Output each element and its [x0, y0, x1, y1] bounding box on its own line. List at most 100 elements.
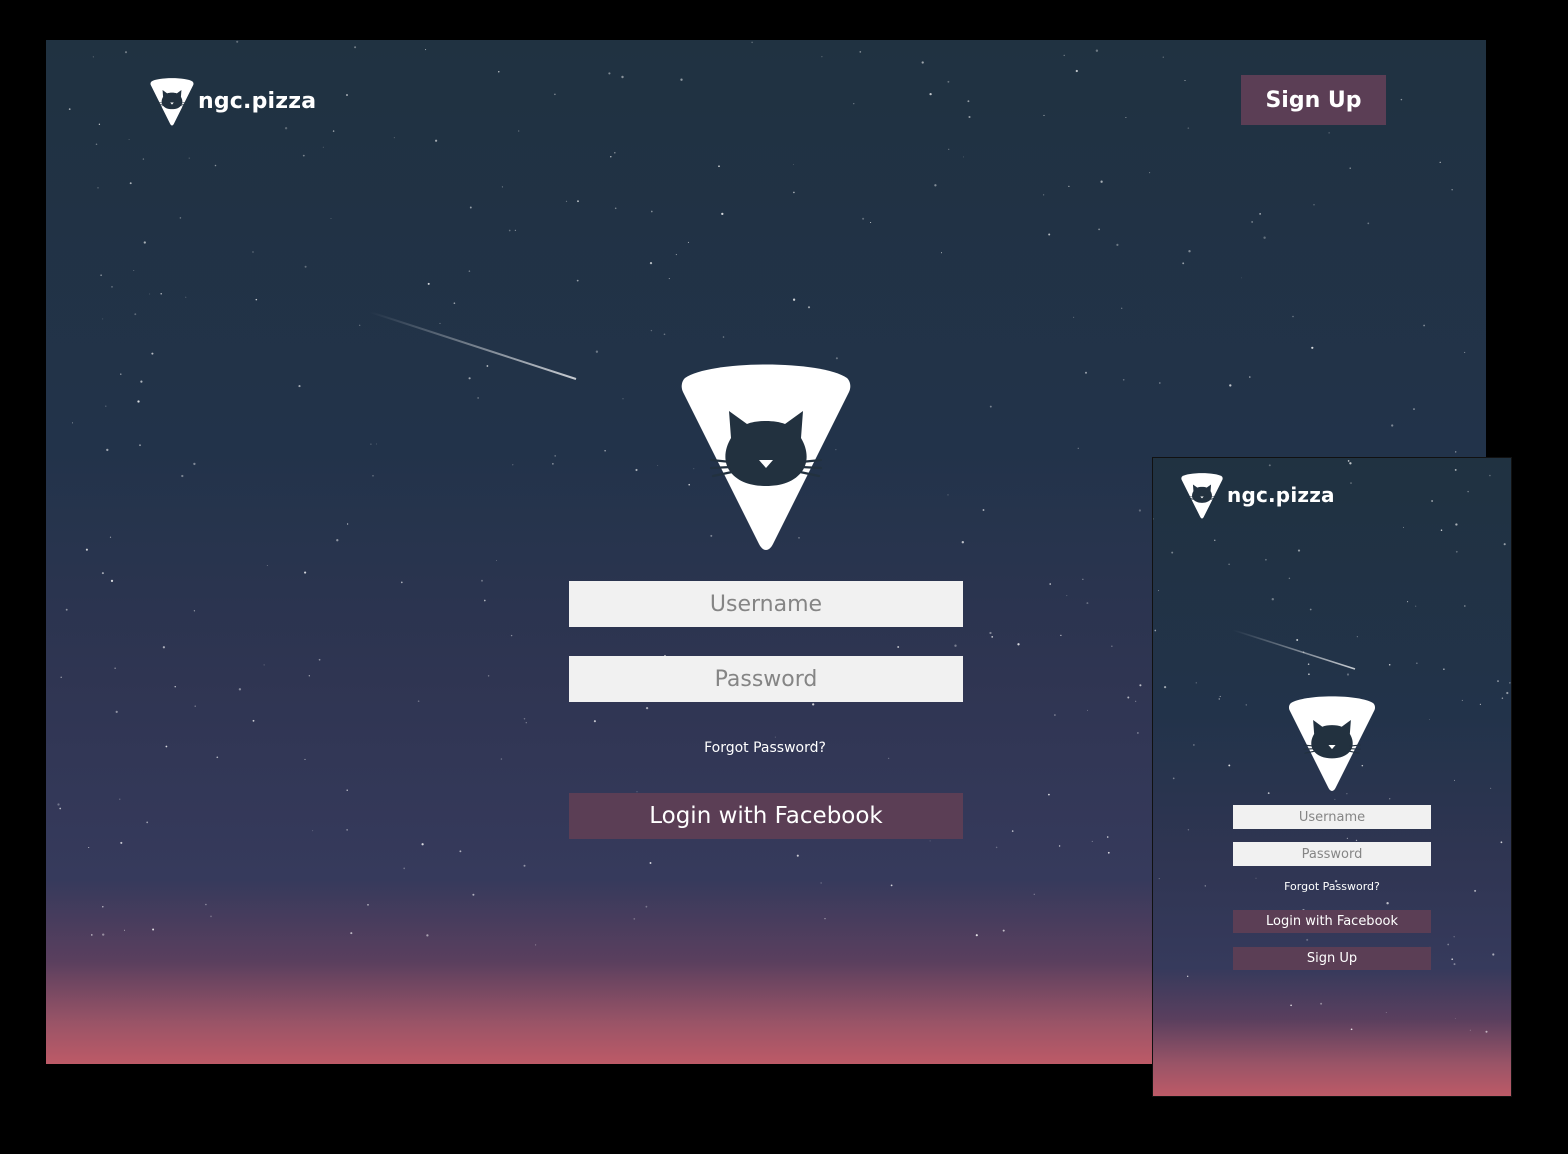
star [468, 270, 471, 272]
signup-button[interactable]: Sign Up [1233, 947, 1431, 970]
star [1098, 228, 1100, 231]
star [1228, 563, 1230, 566]
star [1492, 953, 1495, 956]
star [162, 646, 166, 649]
star [417, 700, 420, 703]
star [1249, 376, 1251, 378]
star [947, 494, 949, 496]
brand-name: ngc.pizza [1227, 483, 1335, 507]
star [929, 840, 931, 842]
star [124, 929, 125, 931]
star [635, 468, 638, 472]
star [1451, 958, 1454, 961]
star [1073, 316, 1075, 318]
mockup-stage: ngc.pizza Sign Up Forgot Password? Login… [0, 0, 1568, 1154]
star [982, 509, 985, 511]
star [821, 56, 823, 58]
brand[interactable]: ngc.pizza [1181, 471, 1335, 519]
star [792, 298, 796, 301]
star [346, 94, 348, 96]
star [1068, 185, 1070, 188]
star [304, 265, 307, 268]
forgot-password-link[interactable]: Forgot Password? [1232, 880, 1432, 893]
star [1265, 558, 1267, 561]
star [1048, 793, 1050, 796]
star [649, 862, 652, 864]
star [1309, 608, 1312, 611]
password-input[interactable] [569, 656, 963, 702]
star [453, 302, 456, 305]
star [793, 164, 794, 166]
star [1228, 764, 1231, 767]
star [687, 241, 689, 243]
star [518, 130, 520, 132]
star [60, 676, 62, 679]
star [1479, 703, 1481, 705]
star [425, 49, 427, 51]
star [372, 474, 374, 477]
star [968, 115, 971, 119]
password-input[interactable] [1233, 842, 1431, 866]
star [304, 758, 306, 760]
star [954, 644, 957, 647]
forgot-password-link[interactable]: Forgot Password? [615, 740, 915, 756]
star [1320, 1002, 1323, 1005]
star [193, 610, 196, 612]
star [793, 191, 795, 194]
star [105, 405, 107, 407]
star [1501, 697, 1504, 699]
star [1043, 114, 1045, 116]
star [1503, 543, 1506, 546]
star [991, 636, 994, 638]
star [185, 296, 187, 298]
star [1346, 837, 1349, 840]
star [1086, 602, 1089, 605]
star [143, 241, 146, 244]
star [650, 210, 653, 213]
mobile-frame: ngc.pizza Forgot Password? Login with Fa… [1152, 457, 1512, 1097]
star [1002, 929, 1005, 932]
star [1106, 836, 1109, 838]
facebook-login-button[interactable]: Login with Facebook [569, 793, 963, 839]
star [1346, 793, 1348, 795]
star [346, 789, 348, 791]
star [181, 474, 184, 478]
star [376, 443, 378, 445]
star [149, 293, 151, 295]
star [1049, 583, 1051, 585]
star [194, 705, 196, 707]
star [98, 123, 101, 125]
star [322, 146, 324, 148]
star [721, 212, 724, 216]
star [718, 165, 720, 168]
star [151, 352, 154, 355]
star [1116, 243, 1119, 246]
star [472, 893, 475, 896]
star [1346, 673, 1350, 676]
star [668, 278, 670, 280]
signup-button[interactable]: Sign Up [1241, 75, 1386, 125]
star [989, 405, 992, 408]
username-input[interactable] [569, 581, 963, 627]
star [535, 944, 537, 946]
star [1241, 277, 1242, 279]
username-input[interactable] [1233, 805, 1431, 829]
star [1334, 798, 1336, 800]
star [1158, 878, 1160, 880]
star [102, 906, 104, 908]
star [477, 397, 479, 399]
star [139, 444, 141, 447]
star [1453, 936, 1455, 938]
star [870, 221, 872, 224]
star [255, 298, 258, 301]
star [216, 756, 219, 759]
shooting-star [369, 311, 577, 380]
star [947, 80, 950, 83]
star [1127, 696, 1130, 699]
star [1447, 943, 1450, 946]
star [890, 884, 893, 887]
star [481, 579, 483, 582]
brand[interactable]: ngc.pizza [150, 76, 316, 126]
star [252, 251, 254, 253]
facebook-login-button[interactable]: Login with Facebook [1233, 910, 1431, 933]
